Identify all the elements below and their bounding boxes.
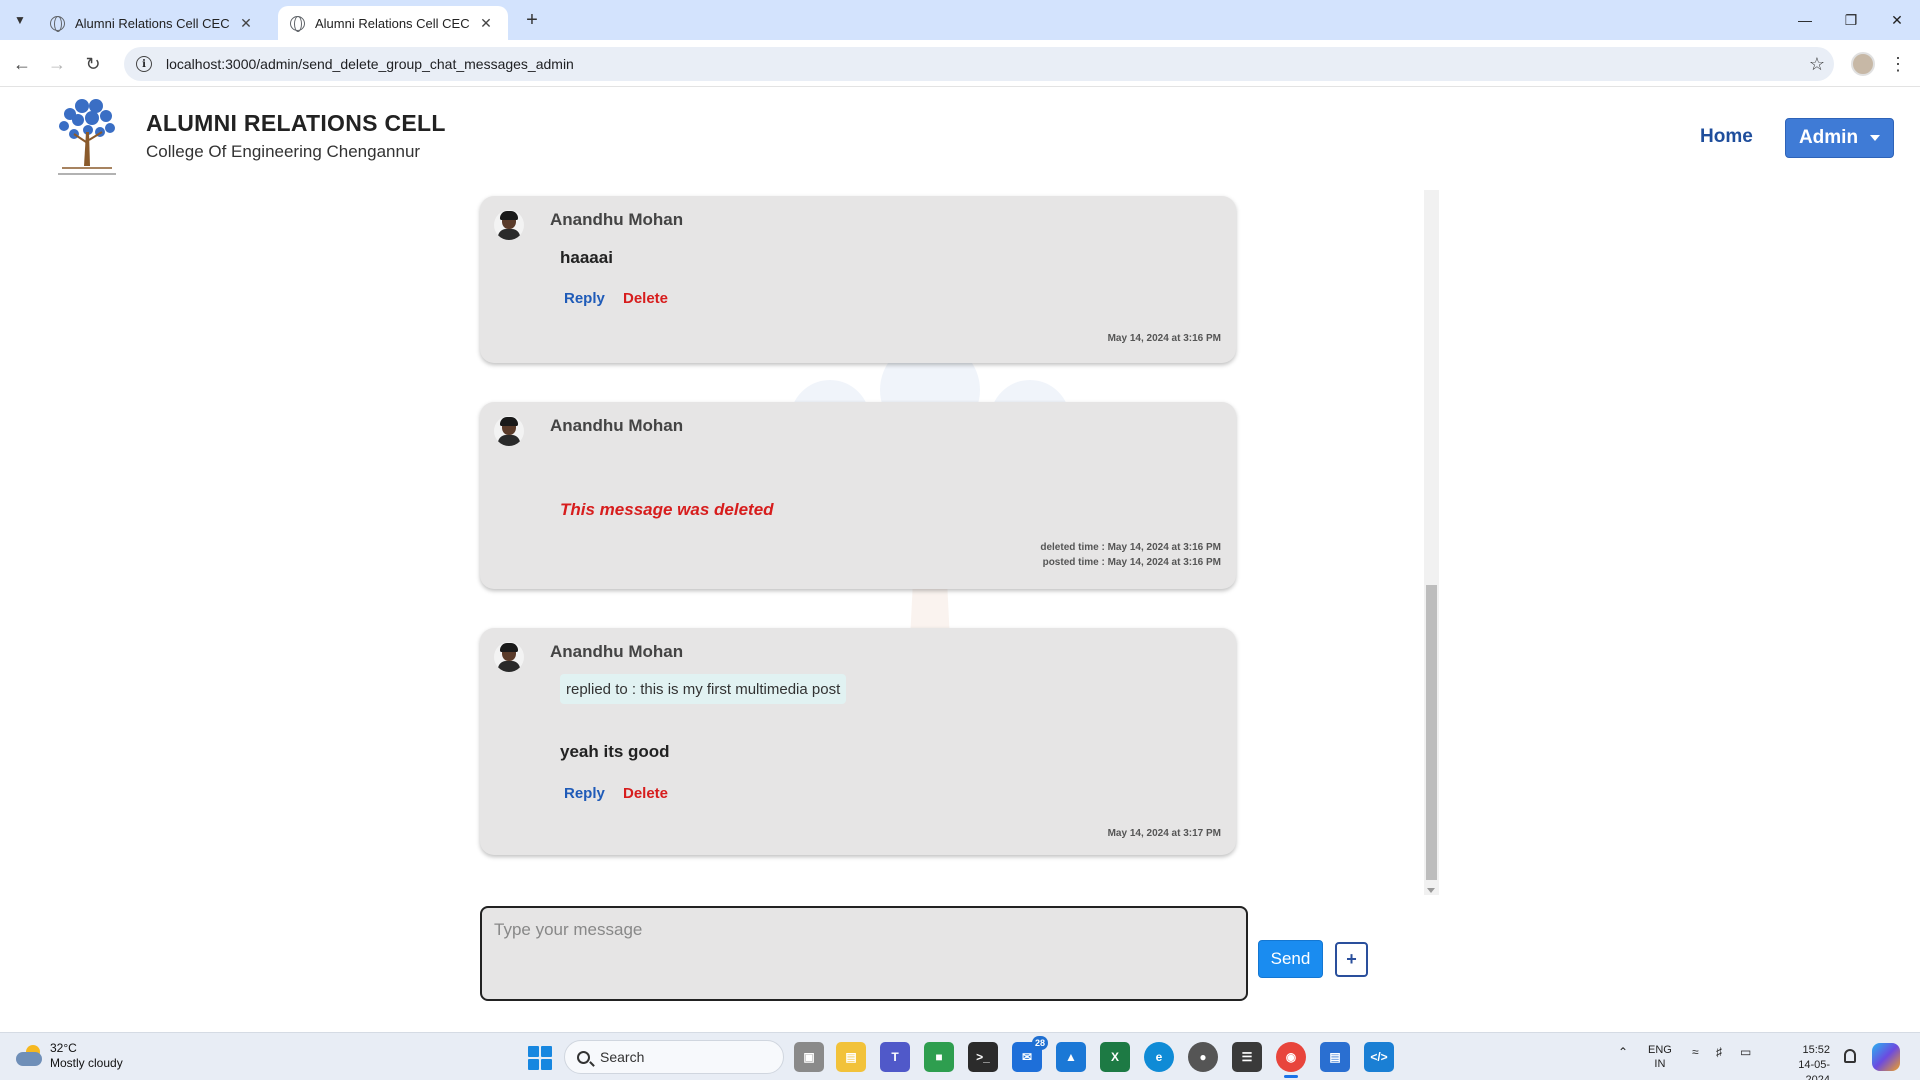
classroom-icon[interactable]: ■ bbox=[924, 1042, 954, 1072]
admin-dropdown-button[interactable]: Admin bbox=[1785, 118, 1894, 158]
deleted-timestamp: deleted time : May 14, 2024 at 3:16 PM bbox=[1040, 542, 1221, 553]
address-bar[interactable]: i localhost:3000/admin/send_delete_group… bbox=[124, 47, 1834, 81]
file-explorer-icon[interactable]: ▤ bbox=[836, 1042, 866, 1072]
bookmark-star-icon[interactable]: ☆ bbox=[1800, 47, 1834, 81]
reload-icon[interactable]: ↻ bbox=[79, 50, 107, 78]
chat-message-deleted: Anandhu Mohan This message was deleted d… bbox=[480, 402, 1236, 589]
mail-badge: 28 bbox=[1032, 1036, 1048, 1050]
language-code: ENG bbox=[1648, 1044, 1672, 1056]
minimize-icon[interactable]: — bbox=[1782, 4, 1828, 36]
os-taskbar: 32°C Mostly cloudy Search ▣ ▤ T ■ >_ ✉ 2… bbox=[0, 1032, 1920, 1080]
reply-button[interactable]: Reply bbox=[564, 290, 605, 307]
message-sender: Anandhu Mohan bbox=[550, 642, 684, 661]
weather-temperature: 32°C bbox=[50, 1041, 77, 1055]
message-sender: Anandhu Mohan bbox=[550, 416, 684, 435]
edge-icon[interactable]: e bbox=[1144, 1042, 1174, 1072]
tab-title: Alumni Relations Cell CEC bbox=[75, 15, 230, 31]
vscode-icon[interactable]: </> bbox=[1364, 1042, 1394, 1072]
chat-message-list[interactable]: Anandhu Mohan haaaai Reply Delete May 14… bbox=[470, 190, 1440, 895]
globe-icon bbox=[290, 15, 305, 32]
site-info-icon[interactable]: i bbox=[136, 56, 152, 72]
globe-icon bbox=[50, 15, 65, 32]
message-text: haaaai bbox=[560, 248, 613, 267]
user-avatar[interactable] bbox=[494, 416, 524, 446]
chrome-icon[interactable]: ◉ bbox=[1276, 1042, 1306, 1078]
forward-arrow-icon[interactable]: → bbox=[43, 50, 71, 78]
notification-bell-icon[interactable] bbox=[1844, 1049, 1856, 1063]
store-icon[interactable]: ▲ bbox=[1056, 1042, 1086, 1072]
site-header: ALUMNI RELATIONS CELL College Of Enginee… bbox=[0, 88, 1920, 186]
tab-search-button[interactable]: ▼ bbox=[8, 8, 32, 32]
browser-tab-strip: ▼ Alumni Relations Cell CEC ✕ Alumni Rel… bbox=[0, 0, 1920, 40]
more-menu-icon[interactable]: ⋮ bbox=[1886, 50, 1910, 78]
browser-tab-1[interactable]: Alumni Relations Cell CEC ✕ bbox=[38, 6, 268, 40]
reply-button[interactable]: Reply bbox=[564, 785, 605, 802]
weather-widget[interactable]: 32°C Mostly cloudy bbox=[14, 1041, 123, 1071]
chat-message-reply: Anandhu Mohan replied to : this is my fi… bbox=[480, 628, 1236, 855]
windows-start-icon[interactable] bbox=[528, 1046, 552, 1070]
scrollbar-thumb[interactable] bbox=[1426, 585, 1437, 880]
clock-time: 15:52 bbox=[1802, 1044, 1830, 1056]
back-arrow-icon[interactable]: ← bbox=[8, 50, 36, 78]
site-subtitle: College Of Engineering Chengannur bbox=[146, 142, 421, 161]
site-title: ALUMNI RELATIONS CELL bbox=[146, 110, 446, 136]
attach-plus-button[interactable]: + bbox=[1335, 942, 1368, 977]
taskbar-search-label: Search bbox=[600, 1049, 645, 1065]
caret-down-icon bbox=[1870, 135, 1881, 141]
posted-timestamp: posted time : May 14, 2024 at 3:16 PM bbox=[1042, 557, 1221, 568]
app-icon[interactable]: ● bbox=[1188, 1042, 1218, 1072]
weather-description: Mostly cloudy bbox=[50, 1056, 123, 1070]
battery-icon[interactable]: ▭ bbox=[1740, 1045, 1751, 1059]
language-indicator[interactable]: ENG IN bbox=[1648, 1043, 1672, 1071]
alumni-tree-logo[interactable] bbox=[48, 96, 126, 178]
send-button[interactable]: Send bbox=[1258, 940, 1323, 978]
task-view-icon[interactable]: ▣ bbox=[794, 1042, 824, 1072]
window-close-icon[interactable]: ✕ bbox=[1874, 4, 1920, 36]
chevron-up-icon[interactable]: ⌃ bbox=[1618, 1045, 1628, 1059]
close-icon[interactable]: ✕ bbox=[476, 15, 496, 32]
copilot-icon[interactable] bbox=[1872, 1043, 1900, 1071]
close-icon[interactable]: ✕ bbox=[236, 15, 256, 32]
tab-title: Alumni Relations Cell CEC bbox=[315, 15, 470, 31]
cloudy-weather-icon bbox=[14, 1045, 44, 1067]
browser-toolbar: ← → ↻ i localhost:3000/admin/send_delete… bbox=[0, 40, 1920, 87]
message-timestamp: May 14, 2024 at 3:17 PM bbox=[1107, 828, 1221, 839]
chat-scrollbar[interactable] bbox=[1424, 190, 1439, 895]
user-avatar[interactable] bbox=[494, 642, 524, 672]
mail-icon[interactable]: ✉ 28 bbox=[1012, 1036, 1048, 1072]
speaker-muted-icon[interactable]: ♯ bbox=[1716, 1045, 1722, 1059]
terminal-icon[interactable]: >_ bbox=[968, 1042, 998, 1072]
scroll-down-arrow-icon[interactable] bbox=[1427, 888, 1435, 893]
message-text: yeah its good bbox=[560, 742, 670, 761]
deleted-message-notice: This message was deleted bbox=[560, 500, 774, 519]
chat-message: Anandhu Mohan haaaai Reply Delete May 14… bbox=[480, 196, 1236, 363]
system-clock[interactable]: 15:52 14-05-2024 bbox=[1774, 1043, 1830, 1080]
excel-icon[interactable]: X bbox=[1100, 1042, 1130, 1072]
wifi-icon[interactable]: ≈ bbox=[1692, 1045, 1699, 1059]
delete-button[interactable]: Delete bbox=[623, 290, 668, 307]
delete-button[interactable]: Delete bbox=[623, 785, 668, 802]
app-icon-2[interactable]: ☰ bbox=[1232, 1042, 1262, 1072]
user-avatar[interactable] bbox=[494, 210, 524, 240]
browser-tab-2[interactable]: Alumni Relations Cell CEC ✕ bbox=[278, 6, 508, 40]
message-timestamp: May 14, 2024 at 3:16 PM bbox=[1107, 333, 1221, 344]
search-icon bbox=[577, 1050, 590, 1064]
replied-to-quote[interactable]: replied to : this is my first multimedia… bbox=[560, 674, 847, 704]
restore-icon[interactable]: ❐ bbox=[1828, 4, 1874, 36]
admin-dropdown-label: Admin bbox=[1798, 127, 1859, 148]
url-text: localhost:3000/admin/send_delete_group_c… bbox=[166, 56, 574, 72]
teams-icon[interactable]: T bbox=[880, 1042, 910, 1072]
message-sender: Anandhu Mohan bbox=[550, 210, 684, 229]
notepad-icon[interactable]: ▤ bbox=[1320, 1042, 1350, 1072]
language-region: IN bbox=[1654, 1058, 1666, 1070]
message-input[interactable] bbox=[480, 906, 1248, 1001]
profile-avatar-icon[interactable] bbox=[1851, 52, 1875, 76]
taskbar-search[interactable]: Search bbox=[564, 1040, 784, 1074]
nav-home-link[interactable]: Home bbox=[1700, 126, 1753, 148]
new-tab-button[interactable]: + bbox=[518, 6, 546, 34]
clock-date: 14-05-2024 bbox=[1798, 1059, 1830, 1080]
